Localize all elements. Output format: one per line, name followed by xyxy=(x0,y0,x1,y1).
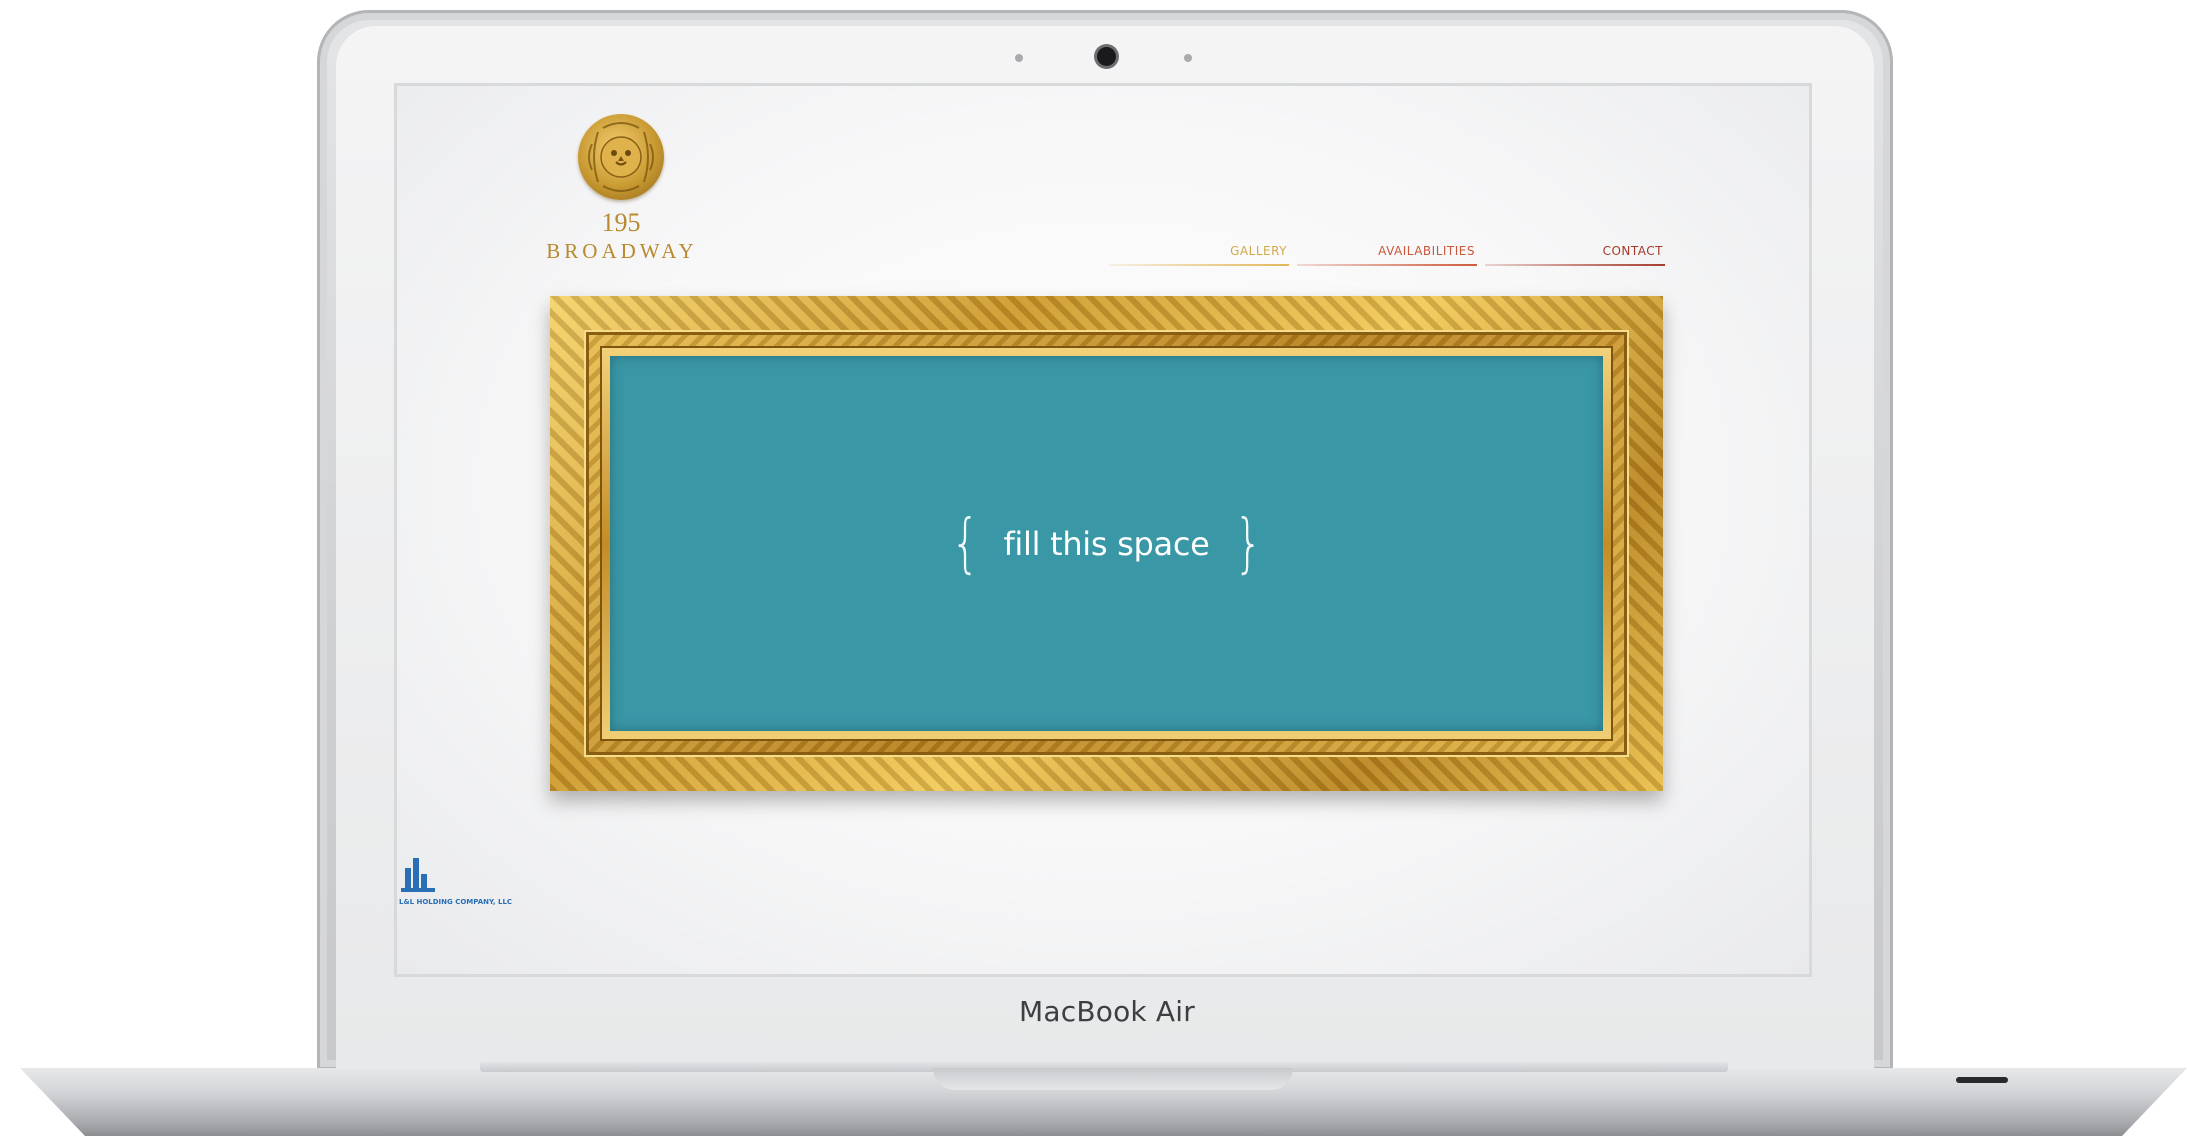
frame-molding: { fill this space } xyxy=(586,332,1627,755)
opening-notch xyxy=(933,1068,1293,1090)
nav-availabilities-underline xyxy=(1297,264,1477,266)
nav-availabilities-label: AVAILABILITIES xyxy=(1378,244,1475,258)
nav-gallery-underline xyxy=(1109,264,1289,266)
logo-name: BROADWAY xyxy=(546,239,698,263)
nav-contact-underline xyxy=(1485,264,1665,266)
screen: 195 BROADWAY GALLERY AVAILABILITIES CONT… xyxy=(397,86,1809,974)
stage: 195 BROADWAY GALLERY AVAILABILITIES CONT… xyxy=(0,0,2187,1136)
sensor-dot xyxy=(1184,54,1192,62)
hero-canvas[interactable]: { fill this space } xyxy=(610,356,1603,731)
left-brace: { xyxy=(950,506,980,581)
company-name: L&L HOLDING COMPANY, LLC xyxy=(399,898,513,906)
nav-gallery[interactable]: GALLERY xyxy=(1109,242,1289,272)
frame-inner-molding: { fill this space } xyxy=(600,346,1613,741)
gold-picture-frame: { fill this space } xyxy=(550,296,1663,791)
company-building-logo-icon xyxy=(401,858,435,892)
device-label: MacBook Air xyxy=(1019,995,1195,1028)
nav-contact-label: CONTACT xyxy=(1602,244,1663,258)
nav-gallery-label: GALLERY xyxy=(1230,244,1287,258)
hero-text: fill this space xyxy=(1003,524,1210,563)
company-logo[interactable]: L&L HOLDING COMPANY, LLC xyxy=(399,854,519,914)
port-slot xyxy=(1956,1077,2008,1083)
lion-head-logo-icon[interactable] xyxy=(578,114,664,200)
nav-contact[interactable]: CONTACT xyxy=(1485,242,1665,272)
right-brace: } xyxy=(1233,506,1263,581)
nav-availabilities[interactable]: AVAILABILITIES xyxy=(1297,242,1477,272)
logo-number: 195 xyxy=(601,208,641,237)
camera-icon xyxy=(1097,47,1116,66)
sensor-dot xyxy=(1015,54,1023,62)
hero-message: { fill this space } xyxy=(945,512,1269,576)
